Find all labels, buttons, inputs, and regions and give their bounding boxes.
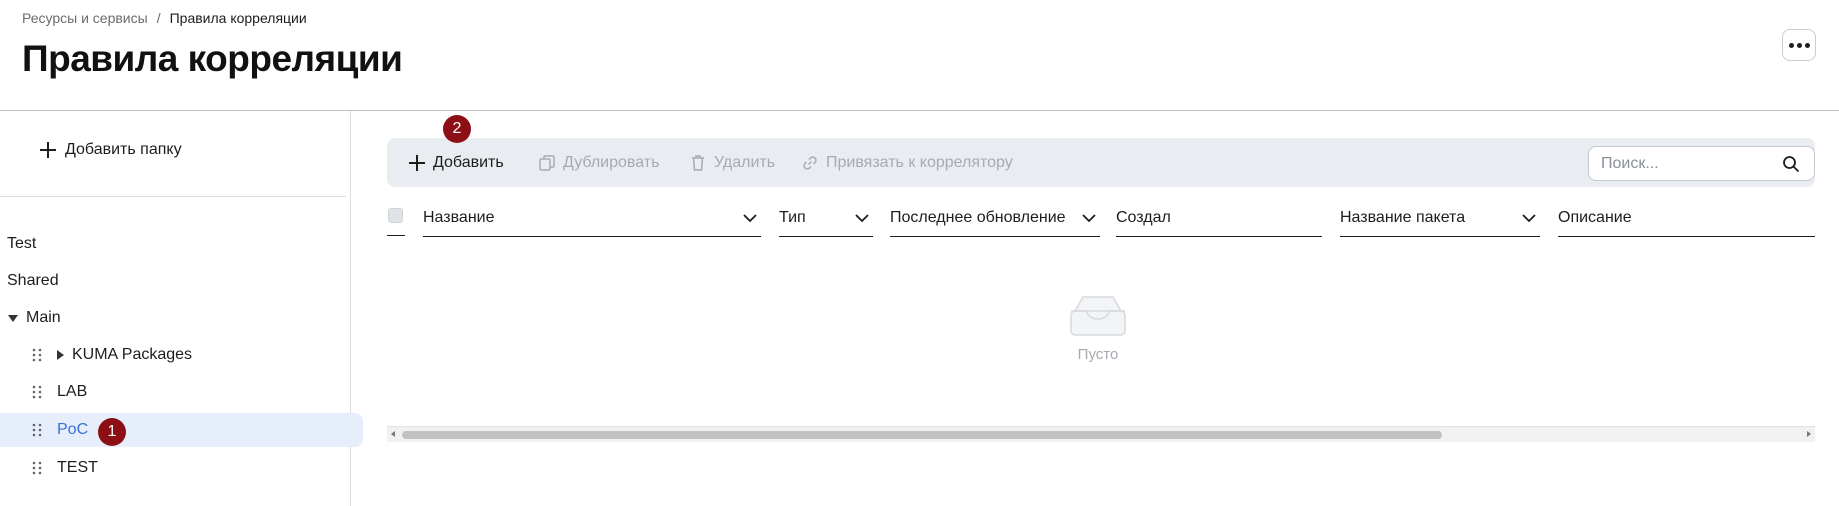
column-label: Название пакета bbox=[1340, 209, 1466, 226]
empty-state: Пусто bbox=[1064, 293, 1132, 363]
breadcrumb-link-resources[interactable]: Ресурсы и сервисы bbox=[22, 10, 148, 26]
dot-icon bbox=[1788, 42, 1794, 48]
empty-inbox-icon bbox=[1070, 296, 1126, 336]
folder-item-shared[interactable]: Shared bbox=[0, 264, 59, 298]
drag-handle-icon[interactable] bbox=[31, 385, 43, 399]
checkbox-column-underline bbox=[387, 235, 405, 236]
plus-icon bbox=[40, 142, 56, 158]
column-header-description[interactable]: Описание bbox=[1558, 200, 1815, 237]
column-header-type[interactable]: Тип bbox=[779, 200, 873, 237]
breadcrumb-current: Правила корреляции bbox=[169, 10, 307, 26]
table-header: Название Тип Последнее обновление Создал… bbox=[387, 200, 1815, 237]
breadcrumb-separator: / bbox=[156, 10, 161, 26]
horizontal-scrollbar[interactable] bbox=[387, 426, 1815, 442]
plus-icon bbox=[409, 154, 425, 171]
column-header-last-updated[interactable]: Последнее обновление bbox=[890, 200, 1100, 237]
folder-item-test-upper[interactable]: TEST bbox=[0, 451, 98, 485]
caret-right-icon[interactable] bbox=[57, 350, 64, 360]
link-icon bbox=[803, 155, 817, 170]
bind-to-correlator-label: Привязать к коррелятору bbox=[826, 153, 1013, 171]
annotation-badge-2: 2 bbox=[443, 115, 471, 143]
duplicate-label: Дублировать bbox=[563, 153, 660, 171]
copy-icon bbox=[539, 154, 555, 171]
add-folder-button[interactable]: Добавить папку bbox=[39, 141, 182, 159]
folder-label: LAB bbox=[57, 383, 88, 400]
column-label: Описание bbox=[1558, 209, 1632, 226]
dot-icon bbox=[1804, 42, 1810, 48]
chevron-down-icon[interactable] bbox=[1082, 213, 1096, 223]
column-label: Последнее обновление bbox=[890, 209, 1066, 226]
page-title: Правила корреляции bbox=[22, 38, 403, 79]
folder-label: Test bbox=[7, 235, 37, 252]
bind-to-correlator-button[interactable]: Привязать к коррелятору bbox=[801, 138, 1013, 187]
scroll-left-arrow-icon[interactable] bbox=[391, 431, 395, 437]
scrollbar-thumb[interactable] bbox=[402, 431, 1442, 439]
select-all-checkbox[interactable] bbox=[388, 208, 403, 223]
folder-label: KUMA Packages bbox=[72, 346, 193, 363]
search-icon[interactable] bbox=[1782, 155, 1800, 173]
search-box bbox=[1588, 146, 1815, 181]
folder-item-main[interactable]: Main bbox=[0, 301, 61, 335]
folder-sidebar: Добавить папку Test Shared Main KUMA Pac… bbox=[0, 111, 363, 506]
delete-button[interactable]: Удалить bbox=[689, 138, 775, 187]
column-label: Название bbox=[423, 209, 495, 226]
delete-label: Удалить bbox=[714, 153, 776, 171]
chevron-down-icon[interactable] bbox=[1522, 213, 1536, 223]
column-label: Создал bbox=[1116, 209, 1171, 226]
add-rule-label: Добавить bbox=[433, 153, 504, 171]
column-label: Тип bbox=[779, 209, 806, 226]
scroll-right-arrow-icon[interactable] bbox=[1807, 431, 1811, 437]
column-header-name[interactable]: Название bbox=[423, 200, 761, 237]
search-input[interactable] bbox=[1601, 155, 1771, 173]
folder-label: Shared bbox=[7, 272, 59, 289]
folder-label: Main bbox=[26, 309, 61, 326]
sidebar-divider bbox=[0, 196, 346, 197]
drag-handle-icon[interactable] bbox=[31, 461, 43, 475]
breadcrumb: Ресурсы и сервисы / Правила корреляции bbox=[22, 10, 307, 26]
dot-icon bbox=[1796, 42, 1802, 48]
duplicate-button[interactable]: Дублировать bbox=[538, 138, 659, 187]
chevron-down-icon[interactable] bbox=[855, 213, 869, 223]
column-header-package-name[interactable]: Название пакета bbox=[1340, 200, 1540, 237]
drag-handle-icon[interactable] bbox=[31, 423, 43, 437]
column-header-created-by[interactable]: Создал bbox=[1116, 200, 1322, 237]
folder-label: PoC bbox=[57, 421, 89, 438]
chevron-down-icon[interactable] bbox=[743, 213, 757, 223]
folder-item-test[interactable]: Test bbox=[0, 227, 36, 261]
add-rule-button[interactable]: Добавить bbox=[408, 138, 504, 187]
more-options-button[interactable] bbox=[1782, 29, 1816, 61]
trash-icon bbox=[692, 154, 704, 171]
folder-label: TEST bbox=[57, 459, 98, 476]
folder-item-lab[interactable]: LAB bbox=[0, 375, 87, 409]
caret-down-icon[interactable] bbox=[8, 314, 18, 322]
annotation-badge-1: 1 bbox=[98, 418, 126, 446]
drag-handle-icon[interactable] bbox=[31, 348, 43, 362]
folder-item-poc[interactable]: PoC bbox=[0, 413, 363, 447]
add-folder-label: Добавить папку bbox=[65, 141, 182, 158]
folder-item-kuma-packages[interactable]: KUMA Packages bbox=[0, 338, 192, 372]
empty-state-text: Пусто bbox=[1077, 346, 1119, 363]
